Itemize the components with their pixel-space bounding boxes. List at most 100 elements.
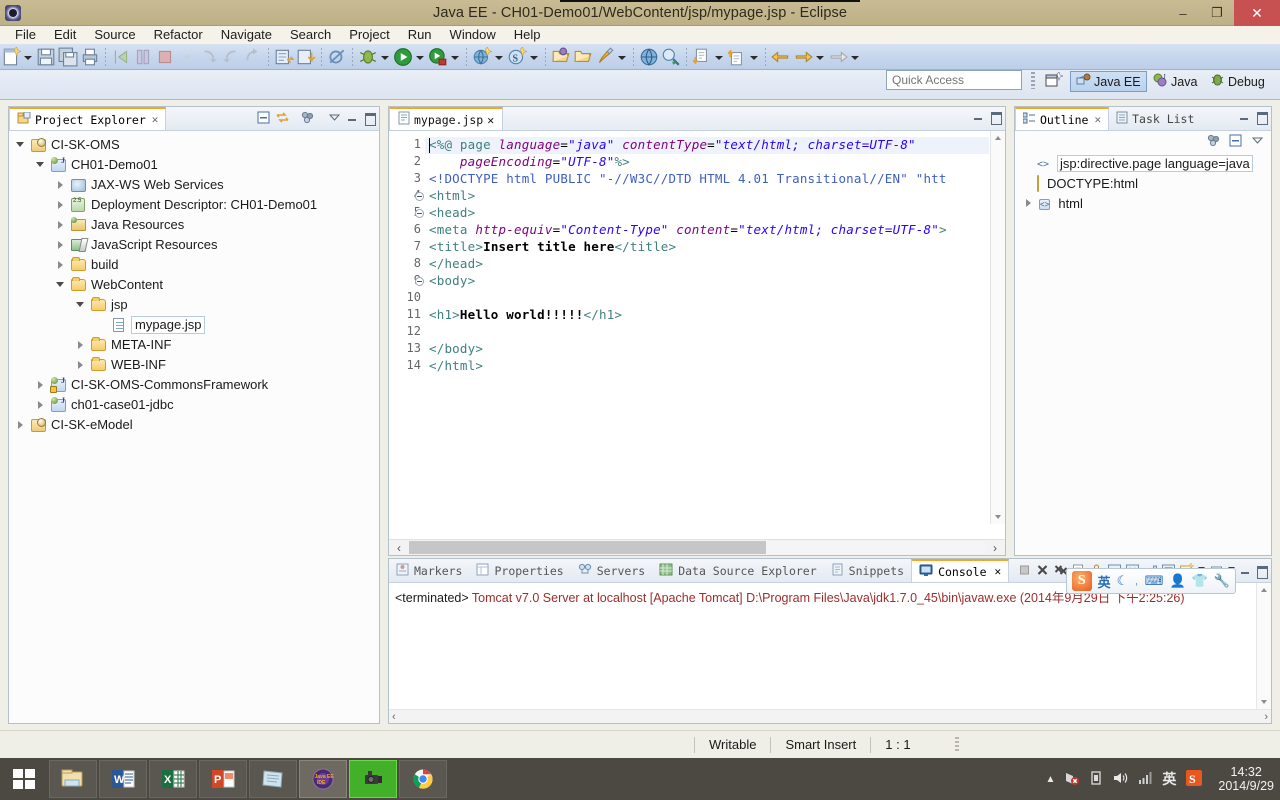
tree-expand-arrow-icon[interactable]: [55, 199, 67, 211]
print-icon[interactable]: [80, 47, 100, 67]
open-type-icon[interactable]: [551, 47, 571, 67]
link-with-editor-icon[interactable]: [275, 110, 290, 125]
new-session-icon[interactable]: S: [507, 45, 528, 67]
tree-expand-arrow-icon[interactable]: [35, 159, 47, 171]
close-icon[interactable]: ✕: [995, 565, 1002, 578]
tree-item-javascript-resources[interactable]: JavaScript Resources: [9, 235, 379, 255]
editor-horizontal-scrollbar[interactable]: ‹ ›: [389, 539, 1005, 555]
camera-app-icon[interactable]: [349, 760, 397, 798]
previous-dropdown-arrow[interactable]: [748, 47, 759, 67]
tree-item-webcontent[interactable]: WebContent: [9, 275, 379, 295]
powerpoint-icon[interactable]: P: [199, 760, 247, 798]
server-dropdown-arrow[interactable]: [493, 47, 504, 67]
code-editor[interactable]: 1 <%@ page language="java" contentType="t…: [389, 131, 1005, 555]
close-icon[interactable]: ✕: [1094, 113, 1101, 126]
notepad-icon[interactable]: [249, 760, 297, 798]
tree-expand-arrow-icon[interactable]: [55, 259, 67, 271]
console-body[interactable]: <terminated> Tomcat v7.0 Server at local…: [389, 583, 1271, 723]
fold-toggle-icon[interactable]: [415, 192, 424, 201]
tree-item-java-resources[interactable]: Java Resources: [9, 215, 379, 235]
scroll-down-icon[interactable]: [991, 510, 1006, 524]
tree-expand-arrow-icon[interactable]: [55, 179, 67, 191]
tree-item-jax-ws-web-services[interactable]: JAX-WS Web Services: [9, 175, 379, 195]
file-explorer-icon[interactable]: [49, 760, 97, 798]
tree-item-meta-inf[interactable]: META-INF: [9, 335, 379, 355]
menu-project[interactable]: Project: [340, 26, 398, 44]
keyboard-icon[interactable]: ⌨: [1145, 573, 1164, 589]
last-edit-icon[interactable]: [828, 47, 848, 67]
tree-expand-arrow-icon[interactable]: [35, 379, 47, 391]
web-browser-icon[interactable]: [639, 47, 659, 67]
maximize-icon[interactable]: [1255, 110, 1268, 125]
tree-item-build[interactable]: build: [9, 255, 379, 275]
tab-console[interactable]: Console ✕: [911, 559, 1010, 582]
outline-item-jsp-directive-page-language-java[interactable]: <> jsp:directive.page language=java: [1015, 153, 1271, 173]
menu-help[interactable]: Help: [505, 26, 550, 44]
windows-start-icon[interactable]: [0, 758, 48, 800]
perspective-debug[interactable]: Debug: [1205, 71, 1270, 92]
step-into-icon[interactable]: [199, 47, 219, 67]
tab-markers[interactable]: Markers: [389, 559, 469, 582]
editor-vertical-scrollbar[interactable]: [990, 131, 1005, 524]
outline-item-html[interactable]: <> html: [1015, 193, 1271, 213]
menu-edit[interactable]: Edit: [45, 26, 85, 44]
excel-icon[interactable]: X: [149, 760, 197, 798]
tree-item-ch01-demo01[interactable]: CH01-Demo01: [9, 155, 379, 175]
hscroll-track[interactable]: [409, 541, 985, 554]
minimize-icon[interactable]: [972, 110, 985, 123]
brush-dropdown-arrow[interactable]: [616, 47, 627, 67]
step-return-icon[interactable]: [243, 47, 263, 67]
suspend-icon[interactable]: [133, 47, 153, 67]
step-over-icon[interactable]: [221, 47, 241, 67]
tree-item-ci-sk-oms[interactable]: CI-SK-OMS: [9, 135, 379, 155]
save-all-icon[interactable]: [58, 47, 78, 67]
save-icon[interactable]: [36, 47, 56, 67]
debug-dropdown-arrow[interactable]: [379, 47, 390, 67]
minimize-icon[interactable]: [1238, 110, 1251, 123]
tree-expand-arrow-icon[interactable]: [55, 239, 67, 251]
tab-task-list[interactable]: Task List: [1109, 107, 1201, 130]
tab-data-source-explorer[interactable]: Data Source Explorer: [652, 559, 823, 582]
tab-properties[interactable]: Properties: [469, 559, 570, 582]
last-dropdown-arrow[interactable]: [849, 47, 860, 67]
next-dropdown-arrow[interactable]: [713, 47, 724, 67]
open-task-icon[interactable]: [573, 47, 593, 67]
chinese-english-toggle[interactable]: 英: [1098, 572, 1111, 591]
volume-icon[interactable]: [1112, 770, 1128, 789]
perspective-bar-grip[interactable]: [1031, 72, 1035, 89]
maximize-icon[interactable]: [363, 111, 376, 126]
maximize-icon[interactable]: [989, 110, 1002, 125]
console-vertical-scrollbar[interactable]: [1256, 583, 1271, 709]
sogou-tray-icon[interactable]: S: [1185, 769, 1203, 790]
tab-snippets[interactable]: Snippets: [824, 559, 911, 582]
tree-item-ch01-case01-jdbc[interactable]: ch01-case01-jdbc: [9, 395, 379, 415]
tree-item-deployment-descriptor-ch01-demo01[interactable]: Deployment Descriptor: CH01-Demo01: [9, 192, 379, 215]
toolbox-icon[interactable]: 🔧: [1214, 573, 1230, 589]
scroll-up-icon[interactable]: [1257, 583, 1272, 597]
usb-icon[interactable]: [1089, 770, 1103, 789]
outline-item-doctype-html[interactable]: DOCTYPE:html: [1015, 173, 1271, 193]
sogou-ime-toolbar[interactable]: S 英 ☾ ˒ ⌨ 👤 👕 🔧: [1066, 568, 1236, 594]
new-server-icon[interactable]: [472, 45, 493, 67]
new-jsp-icon[interactable]: [274, 47, 295, 67]
debug-icon[interactable]: [358, 47, 378, 67]
punctuation-icon[interactable]: ˒: [1134, 574, 1138, 589]
sort-icon[interactable]: [1206, 133, 1221, 148]
tab-outline[interactable]: Outline ✕: [1015, 107, 1110, 130]
back-icon[interactable]: [771, 47, 791, 67]
run-external-icon[interactable]: [428, 47, 448, 67]
fold-toggle-icon[interactable]: [415, 209, 424, 218]
maximize-window-button[interactable]: ❐: [1200, 0, 1234, 26]
menu-run[interactable]: Run: [399, 26, 441, 44]
open-perspective-icon[interactable]: [1043, 71, 1064, 90]
terminate-icon[interactable]: [1017, 563, 1032, 578]
tree-expand-arrow-icon[interactable]: [55, 279, 67, 291]
tree-expand-arrow-icon[interactable]: [55, 219, 67, 231]
scroll-up-icon[interactable]: [991, 131, 1006, 145]
hscroll-thumb[interactable]: [409, 541, 767, 554]
moon-icon[interactable]: ☾: [1117, 573, 1129, 589]
user-icon[interactable]: 👤: [1169, 573, 1185, 589]
skip-breakpoints-icon[interactable]: [327, 47, 347, 67]
minimize-icon[interactable]: [346, 111, 359, 124]
menu-search[interactable]: Search: [281, 26, 340, 44]
